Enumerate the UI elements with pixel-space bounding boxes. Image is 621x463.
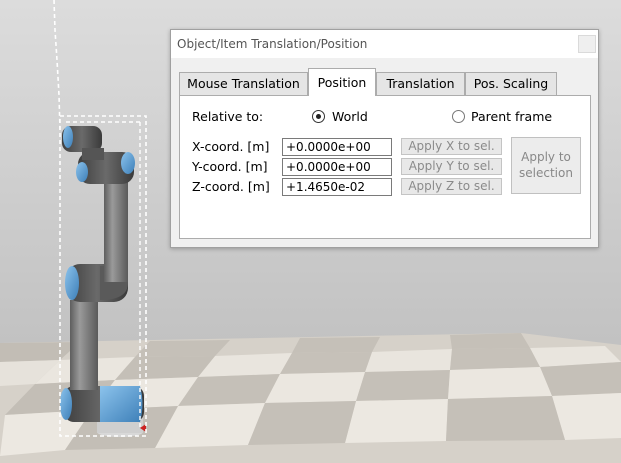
dialog-titlebar[interactable]: Object/Item Translation/Position (171, 30, 598, 58)
apply-to-selection-line1: Apply to (521, 150, 571, 164)
tab-label: Mouse Translation (187, 76, 300, 91)
apply-y-button[interactable]: Apply Y to sel. (401, 158, 502, 175)
z-coord-label: Z-coord. [m] (192, 179, 270, 194)
apply-to-selection-button[interactable]: Apply to selection (511, 137, 581, 194)
relative-to-label: Relative to: (192, 109, 264, 124)
radio-world-indicator[interactable] (312, 110, 325, 123)
tab-label: Translation (386, 76, 455, 91)
apply-to-selection-line2: selection (519, 166, 573, 180)
tab-translation[interactable]: Translation (376, 72, 465, 95)
y-coord-label: Y-coord. [m] (192, 159, 268, 174)
radio-parent-frame-indicator[interactable] (452, 110, 465, 123)
x-coord-label: X-coord. [m] (192, 139, 270, 154)
tab-pos-scaling[interactable]: Pos. Scaling (465, 72, 557, 95)
tab-position[interactable]: Position (308, 68, 376, 96)
radio-parent-frame-label[interactable]: Parent frame (471, 109, 552, 124)
close-button[interactable] (578, 35, 596, 53)
apply-x-button[interactable]: Apply X to sel. (401, 138, 502, 155)
tab-mouse-translation[interactable]: Mouse Translation (179, 72, 308, 95)
translation-position-dialog: Object/Item Translation/Position Mouse T… (170, 29, 599, 248)
tab-label: Pos. Scaling (473, 76, 549, 91)
apply-z-button[interactable]: Apply Z to sel. (401, 178, 502, 195)
dialog-title: Object/Item Translation/Position (177, 37, 368, 51)
y-coord-field[interactable]: +0.0000e+00 (282, 158, 392, 176)
tab-label: Position (317, 75, 367, 90)
position-panel: Relative to: World Parent frame X-coord.… (179, 95, 591, 239)
radio-world-label[interactable]: World (332, 109, 368, 124)
z-coord-field[interactable]: +1.4650e-02 (282, 178, 392, 196)
x-coord-field[interactable]: +0.0000e+00 (282, 138, 392, 156)
